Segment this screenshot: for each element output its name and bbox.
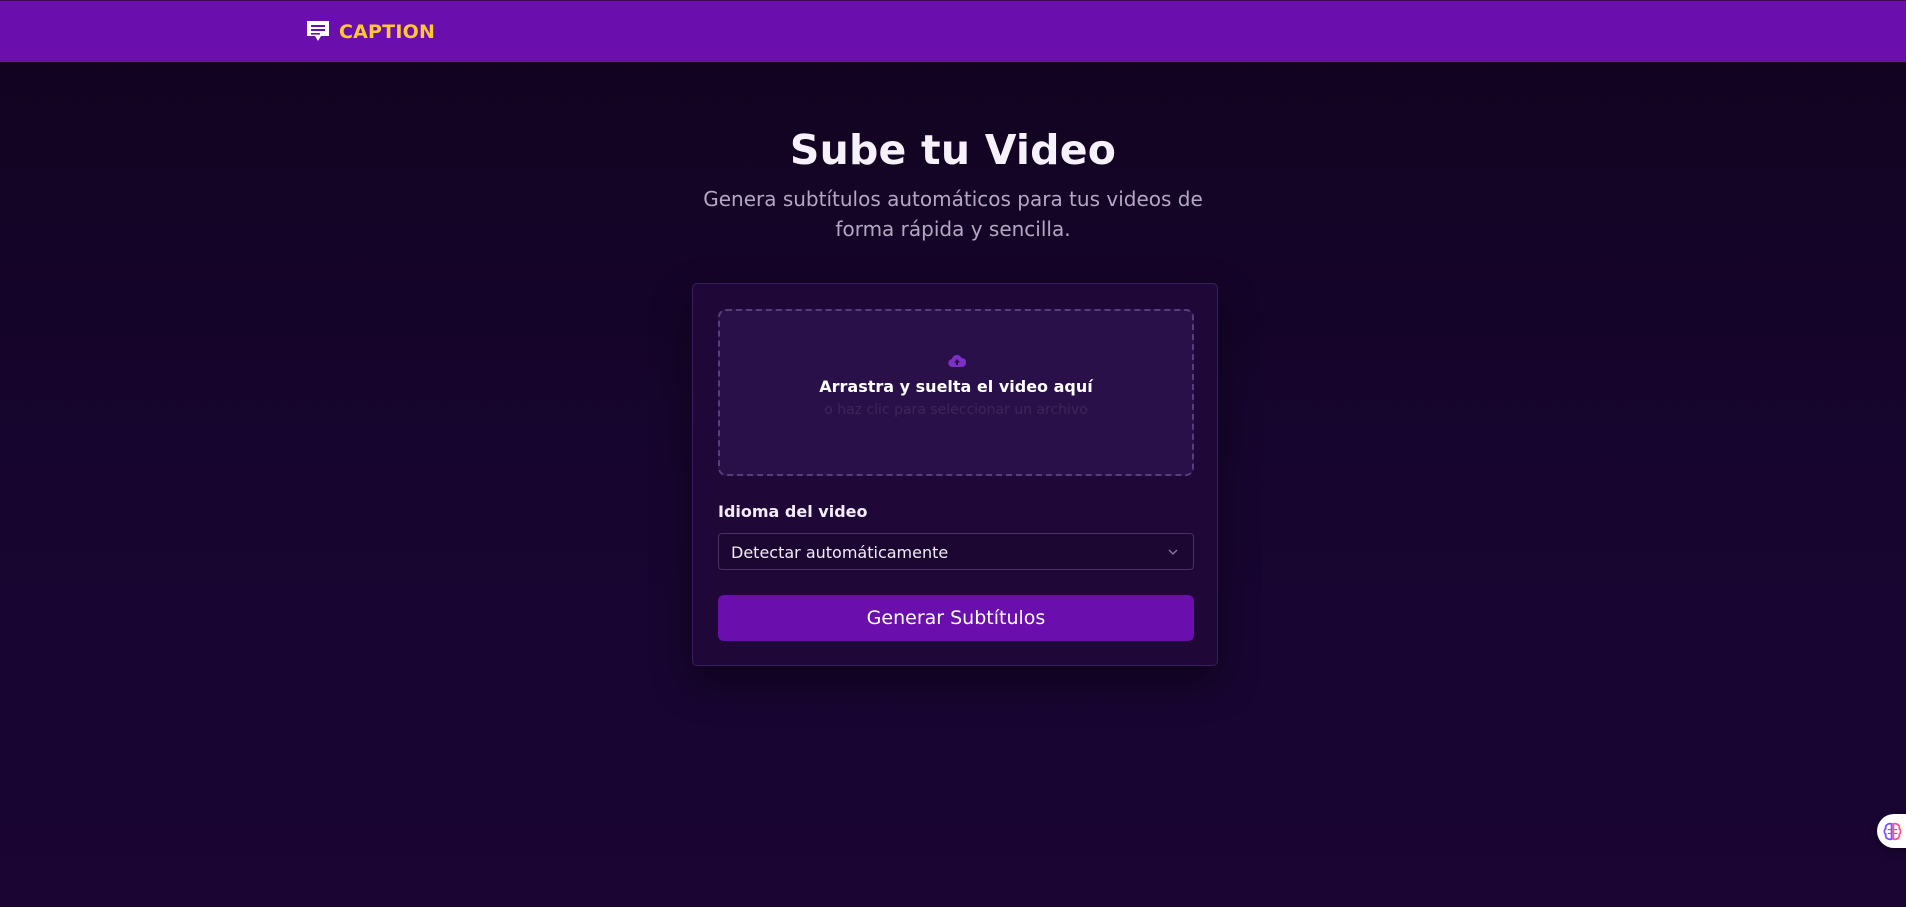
generate-subtitles-button[interactable]: Generar Subtítulos [718,595,1194,641]
chat-bubble-icon [307,21,329,41]
upload-card: Arrastra y suelta el video aquí o haz cl… [692,283,1218,666]
top-navbar: CAPTION [0,0,1906,62]
page-title: Sube tu Video [789,126,1117,174]
dropzone-title: Arrastra y suelta el video aquí [819,377,1093,396]
brain-icon [1883,822,1902,841]
brand-logo[interactable]: CAPTION [305,18,435,46]
language-select[interactable]: Detectar automáticamente [718,533,1194,570]
language-select-value: Detectar automáticamente [731,543,949,562]
language-label: Idioma del video [718,502,868,521]
video-dropzone[interactable]: Arrastra y suelta el video aquí o haz cl… [718,309,1194,476]
chevron-down-icon [1168,549,1178,555]
assistant-widget-button[interactable] [1877,814,1906,848]
brand-name: CAPTION [339,21,436,43]
dropzone-hint: o haz clic para seleccionar un archivo [824,402,1088,418]
page-subtitle: Genera subtítulos automáticos para tus v… [703,187,1203,241]
cloud-upload-icon [948,354,966,368]
